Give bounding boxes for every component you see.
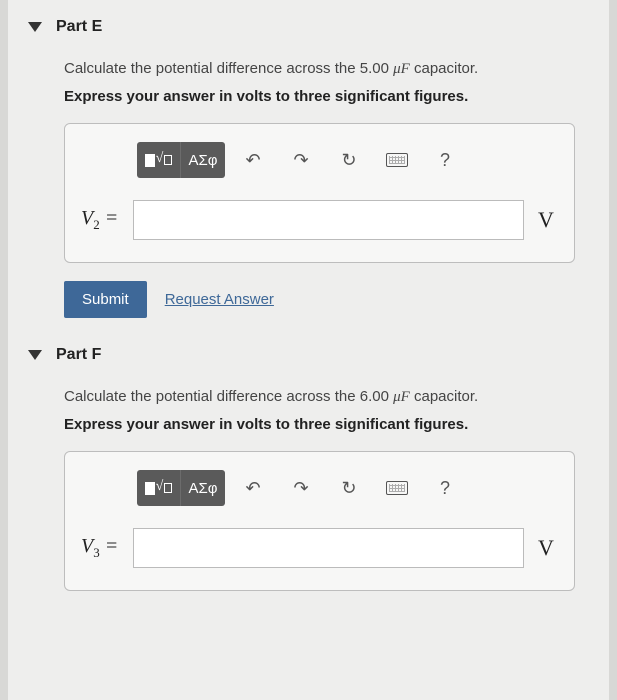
submit-button[interactable]: Submit: [64, 281, 147, 318]
math-tools-group: √ ΑΣφ: [137, 142, 225, 178]
part-f-answer-box: √ ΑΣφ ↶ ↷ ↻ ?: [64, 451, 575, 591]
unit-label: V: [534, 535, 558, 561]
reset-button[interactable]: ↻: [329, 142, 369, 178]
help-icon: ?: [440, 478, 450, 499]
part-e-header[interactable]: Part E: [8, 18, 609, 60]
collapse-icon: [28, 350, 42, 360]
greek-icon: ΑΣφ: [188, 480, 217, 497]
template-icon: √: [145, 480, 173, 496]
question-text-post: capacitor.: [410, 60, 478, 77]
part-f-body: Calculate the potential difference acros…: [8, 388, 609, 637]
part-e-body: Calculate the potential difference acros…: [8, 60, 609, 346]
page-container: Part E Calculate the potential differenc…: [8, 0, 609, 700]
part-e-actions: Submit Request Answer: [64, 281, 575, 318]
question-text-pre: Calculate the potential difference acros…: [64, 60, 393, 77]
question-unit: μF: [393, 61, 410, 77]
part-f-input-row: V3 = V: [81, 528, 558, 568]
part-f-instruction: Express your answer in volts to three si…: [64, 416, 575, 433]
reset-icon: ↻: [341, 478, 356, 499]
keyboard-icon: [386, 481, 408, 495]
collapse-icon: [28, 22, 42, 32]
part-e-title: Part E: [56, 18, 102, 36]
redo-icon: ↷: [293, 150, 308, 171]
redo-button[interactable]: ↷: [281, 142, 321, 178]
keyboard-button[interactable]: [377, 142, 417, 178]
redo-icon: ↷: [293, 478, 308, 499]
redo-button[interactable]: ↷: [281, 470, 321, 506]
part-f-toolbar: √ ΑΣφ ↶ ↷ ↻ ?: [137, 470, 558, 506]
part-e-answer-box: √ ΑΣφ ↶ ↷ ↻ ?: [64, 123, 575, 263]
reset-icon: ↻: [341, 150, 356, 171]
variable-label: V3 =: [81, 535, 123, 561]
keyboard-icon: [386, 153, 408, 167]
math-tools-group: √ ΑΣφ: [137, 470, 225, 506]
question-text-post: capacitor.: [410, 388, 478, 405]
greek-button[interactable]: ΑΣφ: [181, 142, 225, 178]
variable-label: V2 =: [81, 207, 123, 233]
part-f-question: Calculate the potential difference acros…: [64, 388, 575, 406]
answer-input[interactable]: [133, 528, 524, 568]
help-button[interactable]: ?: [425, 470, 465, 506]
request-answer-link[interactable]: Request Answer: [165, 291, 274, 308]
template-button[interactable]: √: [137, 470, 181, 506]
template-button[interactable]: √: [137, 142, 181, 178]
part-f-header[interactable]: Part F: [8, 346, 609, 388]
keyboard-button[interactable]: [377, 470, 417, 506]
part-e-question: Calculate the potential difference acros…: [64, 60, 575, 78]
undo-icon: ↶: [245, 150, 260, 171]
greek-button[interactable]: ΑΣφ: [181, 470, 225, 506]
part-f-title: Part F: [56, 346, 101, 364]
question-unit: μF: [393, 389, 410, 405]
help-button[interactable]: ?: [425, 142, 465, 178]
question-text-pre: Calculate the potential difference acros…: [64, 388, 393, 405]
part-e-instruction: Express your answer in volts to three si…: [64, 88, 575, 105]
reset-button[interactable]: ↻: [329, 470, 369, 506]
unit-label: V: [534, 207, 558, 233]
part-e-toolbar: √ ΑΣφ ↶ ↷ ↻ ?: [137, 142, 558, 178]
part-e-input-row: V2 = V: [81, 200, 558, 240]
undo-button[interactable]: ↶: [233, 142, 273, 178]
template-icon: √: [145, 152, 173, 168]
answer-input[interactable]: [133, 200, 524, 240]
undo-button[interactable]: ↶: [233, 470, 273, 506]
help-icon: ?: [440, 150, 450, 171]
greek-icon: ΑΣφ: [188, 152, 217, 169]
undo-icon: ↶: [245, 478, 260, 499]
